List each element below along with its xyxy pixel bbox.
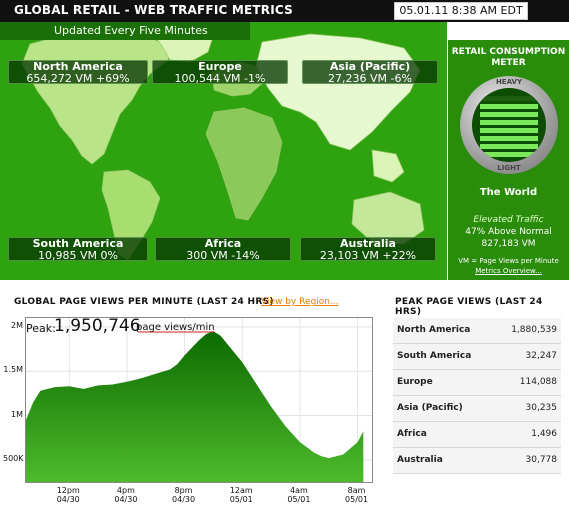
page-views-chart bbox=[25, 317, 373, 483]
view-by-region-link[interactable]: View by Region... bbox=[261, 297, 339, 307]
gauge-bar bbox=[480, 104, 538, 109]
peak-region-value: 1,496 bbox=[531, 429, 557, 439]
region-box-europe[interactable]: Europe 100,544 VM -1% bbox=[152, 60, 288, 85]
gauge-bar bbox=[480, 112, 538, 117]
peak-region-name: Asia (Pacific) bbox=[397, 403, 463, 413]
peak-table-row: Europe 114,088 bbox=[393, 370, 561, 396]
traffic-status-detail: 47% Above Normal bbox=[465, 227, 552, 237]
peak-table-row: Asia (Pacific) 30,235 bbox=[393, 396, 561, 422]
gauge-display bbox=[472, 88, 546, 162]
peak-table-row: South America 32,247 bbox=[393, 344, 561, 370]
region-box-africa[interactable]: Africa 300 VM -14% bbox=[155, 237, 291, 262]
datetime-display: 05.01.11 8:38 AM EDT bbox=[394, 2, 528, 20]
chart-area-plot bbox=[26, 318, 372, 482]
metrics-overview-link[interactable]: Metrics Overview... bbox=[448, 266, 569, 276]
x-tick-label: 8am 05/01 bbox=[345, 486, 369, 504]
peak-region-name: Africa bbox=[397, 429, 427, 439]
y-tick-label: 1M bbox=[11, 409, 23, 419]
x-tick-label: 12pm 04/30 bbox=[56, 486, 80, 504]
peak-value: 1,950,746 bbox=[54, 316, 141, 336]
traffic-total: 827,183 VM bbox=[481, 239, 536, 249]
region-value: 300 VM -14% bbox=[186, 249, 260, 262]
peak-table-row: Australia 30,778 bbox=[393, 448, 561, 474]
gauge-bar bbox=[480, 136, 538, 141]
region-box-south-america[interactable]: South America 10,985 VM 0% bbox=[8, 237, 148, 262]
page-views-area-series bbox=[26, 331, 364, 482]
gauge-bar bbox=[480, 128, 538, 133]
gauge-light-label: LIGHT bbox=[497, 164, 521, 172]
chart-section-title: GLOBAL PAGE VIEWS PER MINUTE (LAST 24 HR… bbox=[14, 297, 274, 307]
peak-table-row: North America 1,880,539 bbox=[393, 318, 561, 344]
x-tick-label: 8pm 04/30 bbox=[172, 486, 196, 504]
consumption-meter-panel: RETAIL CONSUMPTION METER HEAVY LIGHT The… bbox=[448, 40, 569, 280]
peak-region-value: 1,880,539 bbox=[511, 325, 557, 335]
peak-unit: page views/min bbox=[136, 322, 215, 333]
y-tick-label: 2M bbox=[11, 320, 23, 330]
region-value: 10,985 VM 0% bbox=[38, 249, 118, 262]
peak-region-name: Europe bbox=[397, 377, 433, 387]
peak-region-value: 30,778 bbox=[525, 455, 558, 465]
gauge-heavy-label: HEAVY bbox=[495, 78, 523, 86]
region-value: 23,103 VM +22% bbox=[319, 249, 417, 262]
x-tick-label: 12am 05/01 bbox=[229, 486, 253, 504]
peak-table-row: Africa 1,496 bbox=[393, 422, 561, 448]
region-value: 654,272 VM +69% bbox=[26, 72, 130, 85]
region-box-north-america[interactable]: North America 654,272 VM +69% bbox=[8, 60, 148, 85]
gauge-bar bbox=[480, 120, 538, 125]
gauge-bar bbox=[480, 144, 538, 149]
update-frequency-text: Updated Every Five Minutes bbox=[54, 24, 208, 37]
gauge-bar bbox=[480, 96, 538, 101]
region-value: 100,544 VM -1% bbox=[174, 72, 266, 85]
traffic-status: Elevated Traffic bbox=[473, 215, 544, 225]
peak-region-name: Australia bbox=[397, 455, 443, 465]
peak-label: Peak: bbox=[26, 322, 56, 335]
header-bar: GLOBAL RETAIL - WEB TRAFFIC METRICS 05.0… bbox=[0, 0, 569, 22]
update-frequency-banner: Updated Every Five Minutes bbox=[0, 22, 250, 40]
peak-region-name: North America bbox=[397, 325, 471, 335]
region-box-australia[interactable]: Australia 23,103 VM +22% bbox=[300, 237, 436, 262]
x-tick-label: 4am 05/01 bbox=[287, 486, 311, 504]
peak-table-title: PEAK PAGE VIEWS (LAST 24 HRS) bbox=[395, 297, 543, 317]
peak-region-name: South America bbox=[397, 351, 472, 361]
peak-region-value: 114,088 bbox=[519, 377, 557, 387]
meter-scope-label: The World bbox=[479, 187, 538, 198]
meter-title: RETAIL CONSUMPTION METER bbox=[451, 47, 566, 68]
page-title: GLOBAL RETAIL - WEB TRAFFIC METRICS bbox=[14, 3, 293, 17]
region-box-asia-pacific[interactable]: Asia (Pacific) 27,236 VM -6% bbox=[302, 60, 438, 85]
region-value: 27,236 VM -6% bbox=[328, 72, 412, 85]
gauge-bar bbox=[480, 152, 538, 157]
y-tick-label: 1.5M bbox=[3, 365, 23, 375]
x-tick-label: 4pm 04/30 bbox=[114, 486, 138, 504]
peak-region-value: 32,247 bbox=[525, 351, 558, 361]
vm-legend: VM = Page Views per Minute bbox=[458, 257, 559, 265]
peak-region-value: 30,235 bbox=[525, 403, 558, 413]
meter-gauge: HEAVY LIGHT bbox=[460, 76, 558, 174]
y-tick-label: 500K bbox=[3, 453, 24, 463]
